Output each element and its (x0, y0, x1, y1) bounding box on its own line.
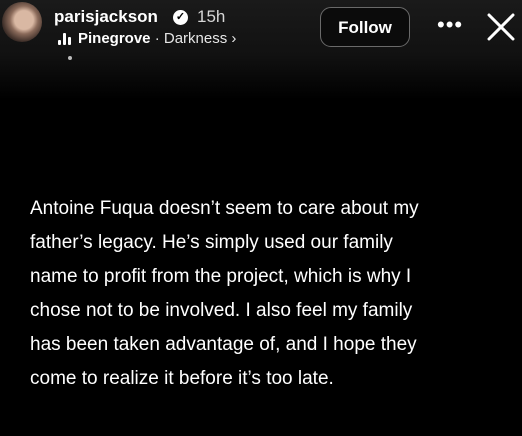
follow-button[interactable]: Follow (320, 7, 410, 47)
caption-line: chose not to be involved. I also feel my… (30, 300, 413, 321)
chevron-right-icon: › (231, 30, 237, 47)
caption-line: father’s legacy. He’s simply used our fa… (30, 232, 393, 253)
more-options-icon[interactable]: ••• (437, 12, 463, 38)
verified-badge-icon: ✓ (173, 10, 188, 25)
music-info[interactable]: Pinegrove · Darkness › (78, 30, 236, 47)
username[interactable]: parisjackson (54, 7, 158, 27)
post-time: 15h (197, 7, 226, 26)
progress-dot (68, 56, 72, 60)
close-icon[interactable] (486, 12, 516, 42)
avatar[interactable] (2, 2, 42, 42)
music-track: Darkness (163, 30, 228, 47)
caption-line: Antoine Fuqua doesn’t seem to care about… (30, 198, 419, 219)
music-artist: Pinegrove (78, 30, 151, 47)
story-caption: Antoine Fuqua doesn’t seem to care about… (30, 192, 510, 396)
music-separator: · (154, 30, 160, 47)
caption-line: come to realize it before it’s too late. (30, 368, 334, 389)
caption-line: has been taken advantage of, and I hope … (30, 334, 417, 355)
music-bars-icon (58, 33, 72, 45)
caption-line: name to profit from the project, which i… (30, 266, 412, 287)
